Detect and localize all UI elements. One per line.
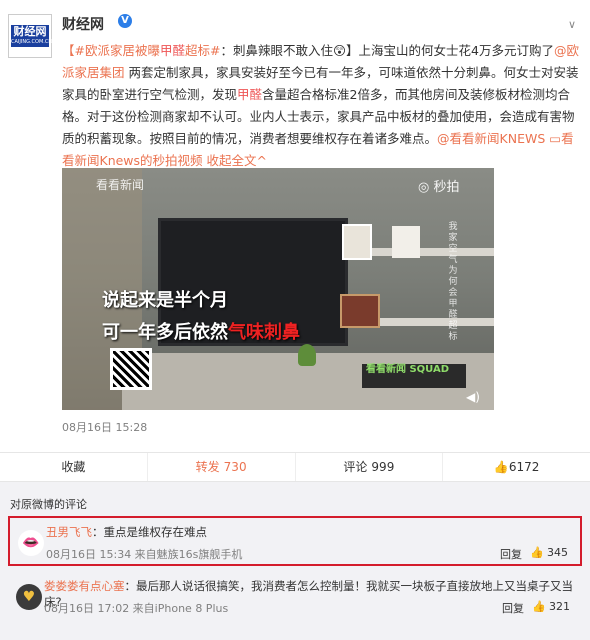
comment-author[interactable]: 丑男飞飞 [46, 525, 92, 539]
qr-code [110, 348, 152, 390]
comment-item: 👄 丑男飞飞：重点是维权存在难点 08月16日 15:34 来自魅族16s旗舰手… [8, 516, 582, 566]
topic-tag[interactable]: 【#欧派家居被曝甲醛超标# [62, 43, 220, 58]
weibo-post: 财经网 CAIJING.COM.CN 财经网 V ∨ 【#欧派家居被曝甲醛超标#… [0, 0, 590, 448]
video-caption-1: 说起来是半个月 [102, 290, 228, 311]
verified-badge-icon: V [118, 14, 132, 28]
post-content: 【#欧派家居被曝甲醛超标#：刺鼻辣眼不敢入住😲】上海宝山的何女士花4万多元订购了… [62, 43, 580, 168]
comments-section: 对原微博的评论 👄 丑男飞飞：重点是维权存在难点 08月16日 15:34 来自… [0, 482, 590, 640]
reply-button[interactable]: 回复 [502, 600, 524, 616]
repost-button[interactable]: 转发 730 [148, 453, 296, 481]
like-button[interactable]: 👍6172 [443, 453, 590, 481]
comment-author[interactable]: 娄娄娄有点心塞 [44, 579, 125, 593]
video-link-icon: ▭ [549, 131, 562, 146]
comment-meta: 08月16日 15:34 来自魅族16s旗舰手机 [46, 548, 243, 561]
comment-button[interactable]: 评论 999 [296, 453, 444, 481]
collapse-arrow-icon[interactable]: ^ [257, 153, 267, 168]
comment-like-button[interactable]: 👍 345 [530, 546, 568, 559]
thumbs-up-icon: 👍 [532, 600, 546, 613]
thumbs-up-icon: 👍 [530, 546, 544, 559]
author-name[interactable]: 财经网 [62, 14, 104, 34]
chevron-down-icon[interactable]: ∨ [568, 18, 576, 31]
favorite-button[interactable]: 收藏 [0, 453, 148, 481]
comment-text: ：重点是维权存在难点 [92, 525, 207, 539]
reply-button[interactable]: 回复 [500, 546, 522, 562]
post-timestamp[interactable]: 08月16日 15:28 [62, 419, 147, 435]
collapse-link[interactable]: 收起全文 [207, 153, 257, 168]
speaker-icon[interactable]: ◀) [466, 390, 480, 404]
comment-meta: 08月16日 17:02 来自iPhone 8 Plus [44, 602, 229, 615]
comment-item: ♥ 娄娄娄有点心塞：最后那人说话很搞笑，我消费者怎么控制量！我就买一块板子直接放… [8, 572, 582, 622]
video-player[interactable]: 看看新闻 ◎ 秒拍 我家空气为何会甲醛超标 说起来是半个月 可一年多后依然气味刺… [62, 168, 494, 410]
knews-link[interactable]: @看看新闻KNEWS [437, 131, 545, 146]
heart-icon[interactable]: ♥ [16, 584, 42, 610]
thumbs-up-icon: 👍 [493, 460, 509, 474]
emoji-icon: 😲 [333, 43, 347, 58]
watermark-left: 看看新闻 [96, 178, 145, 192]
video-badge: 看看新闻 SQUAD [362, 364, 466, 388]
watermark-right: ◎ 秒拍 [418, 180, 460, 195]
avatar-logo: 财经网 CAIJING.COM.CN [11, 25, 53, 47]
comment-like-button[interactable]: 👍 321 [532, 600, 570, 613]
author-avatar[interactable]: 财经网 CAIJING.COM.CN [8, 14, 52, 58]
vertical-caption: 我家空气为何会甲醛超标 [448, 222, 458, 342]
video-caption-2: 可一年多后依然气味刺鼻 [102, 322, 300, 343]
comments-title: 对原微博的评论 [10, 498, 87, 511]
action-bar: 收藏 转发 730 评论 999 👍6172 [0, 452, 590, 482]
lips-icon[interactable]: 👄 [18, 530, 44, 556]
